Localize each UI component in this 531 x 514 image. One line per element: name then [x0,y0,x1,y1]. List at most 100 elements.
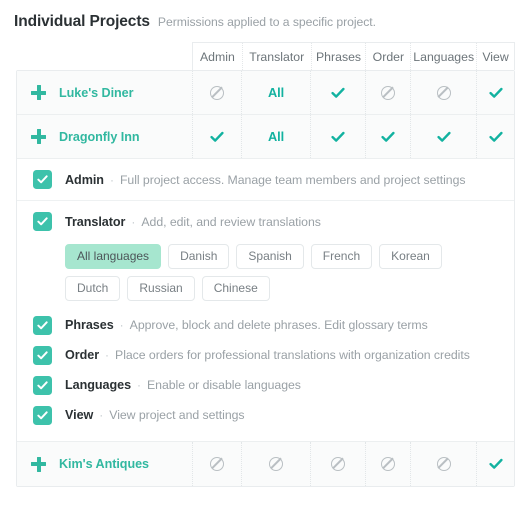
all-languages-label: All [267,85,285,100]
cell-admin[interactable] [192,442,242,486]
cell-view[interactable] [477,442,514,486]
ban-icon [381,457,395,471]
check-icon [331,130,345,144]
column-header-phrases: Phrases [312,43,367,70]
check-icon [381,130,395,144]
cell-phrases[interactable] [311,115,366,158]
plus-icon[interactable] [31,456,46,472]
permission-description: Add, edit, and review translations [141,214,321,229]
column-header-view: View [482,49,509,64]
permission-name: Phrases [65,318,114,332]
plus-icon[interactable] [31,129,46,144]
permission-separator: · [99,408,104,422]
checkbox-admin[interactable] [33,170,52,189]
language-chip-french[interactable]: French [310,244,373,269]
cell-languages[interactable] [411,442,477,486]
check-icon [488,130,503,144]
permission-separator: · [109,172,114,187]
cell-order[interactable] [366,115,411,158]
cell-order[interactable] [366,442,411,486]
language-selector: All languages Danish Spanish French Kore… [17,242,514,310]
cell-phrases[interactable] [311,442,366,486]
cell-languages[interactable] [411,71,477,114]
permission-row-inner: View · View project and settings [33,400,245,430]
cell-order[interactable] [366,71,411,114]
checkbox-order[interactable] [33,345,52,365]
permission-row-inner: Admin · Full project access. Manage team… [33,159,466,200]
permission-row-order[interactable]: Order · Place orders for professional tr… [17,340,514,370]
project-name-label: Dragonfly Inn [59,129,140,144]
cell-view[interactable] [477,71,514,114]
permission-description: View project and settings [109,408,245,422]
cell-translator[interactable]: All [242,71,311,114]
check-icon [488,86,503,100]
checkbox-phrases[interactable] [33,315,52,335]
permission-name: Translator [65,214,126,229]
project-name-cell[interactable]: Kim's Antiques [17,442,192,486]
expanded-permissions-panel: Admin · Full project access. Manage team… [17,159,514,442]
checkbox-view[interactable] [33,405,52,425]
permission-separator: · [119,318,124,332]
table-column-headers: Admin Translator Phrases Order Languages… [192,42,515,70]
column-header-translator: Translator [243,43,312,70]
cell-translator[interactable]: All [242,115,311,158]
permission-row-admin[interactable]: Admin · Full project access. Manage team… [17,159,514,201]
permission-description: Full project access. Manage team members… [119,172,466,187]
permission-description: Approve, block and delete phrases. Edit … [129,318,428,332]
page-title: Individual Projects [14,13,150,30]
ban-icon [210,85,224,100]
language-chip-korean[interactable]: Korean [379,244,442,269]
permission-name: View [65,408,94,422]
permission-row-inner: Languages · Enable or disable languages [33,370,301,400]
cell-languages[interactable] [411,115,477,158]
check-icon [436,130,451,144]
table-row[interactable]: Kim's Antiques [17,442,514,486]
permission-description: Place orders for professional translatio… [115,348,470,362]
ban-icon [381,85,395,100]
table-body: Luke's Diner All Dragonfly Inn All Admin… [16,70,515,487]
language-chip-chinese[interactable]: Chinese [201,276,270,301]
table-row[interactable]: Luke's Diner All [17,71,514,115]
permission-description: Enable or disable languages [147,378,301,392]
cell-phrases[interactable] [311,71,366,114]
individual-projects-panel: Individual Projects Permissions applied … [0,0,531,514]
language-chip-all-languages[interactable]: All languages [65,244,162,269]
column-header-order: Order [366,43,412,70]
plus-icon[interactable] [31,85,46,100]
ban-icon [436,457,451,471]
project-name-cell[interactable]: Dragonfly Inn [17,115,192,158]
ban-icon [331,457,345,471]
projects-permissions-table: Admin Translator Phrases Order Languages… [16,42,515,487]
ban-icon [269,457,283,471]
permission-separator: · [105,348,110,362]
ban-icon [436,85,451,100]
cell-admin[interactable] [192,115,242,158]
language-chip-danish[interactable]: Danish [168,244,230,269]
section-heading: Individual Projects Permissions applied … [0,0,531,31]
permission-row-phrases[interactable]: Phrases · Approve, block and delete phra… [17,310,514,340]
permission-row-view[interactable]: View · View project and settings [17,400,514,441]
permission-cells: All [192,115,514,158]
permission-cells [192,442,514,486]
language-chip-dutch[interactable]: Dutch [65,276,121,301]
permission-row-languages[interactable]: Languages · Enable or disable languages [17,370,514,400]
permission-row-inner: Translator · Add, edit, and review trans… [33,201,321,242]
page-subtitle: Permissions applied to a specific projec… [157,15,376,29]
language-chip-spanish[interactable]: Spanish [236,244,304,269]
project-name-label: Kim's Antiques [59,457,149,471]
permission-row-translator[interactable]: Translator · Add, edit, and review trans… [17,201,514,242]
checkbox-translator[interactable] [33,212,52,231]
permission-name: Order [65,348,100,362]
language-chip-russian[interactable]: Russian [127,276,195,301]
project-name-cell[interactable]: Luke's Diner [17,71,192,114]
permission-row-inner: Phrases · Approve, block and delete phra… [33,310,428,340]
cell-translator[interactable] [242,442,311,486]
cell-view[interactable] [477,115,514,158]
table-row[interactable]: Dragonfly Inn All [17,115,514,159]
project-name-label: Luke's Diner [59,85,134,100]
checkbox-languages[interactable] [33,375,52,395]
ban-icon [210,457,224,471]
all-languages-label: All [267,129,285,144]
permission-name: Admin [65,172,104,187]
cell-admin[interactable] [192,71,242,114]
